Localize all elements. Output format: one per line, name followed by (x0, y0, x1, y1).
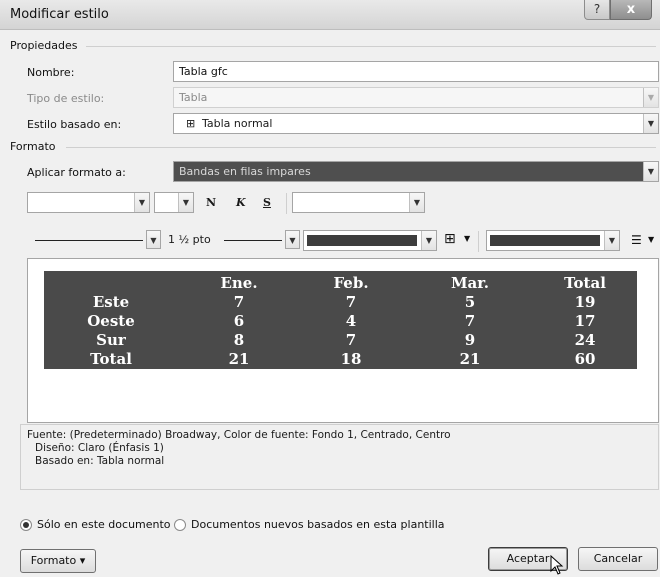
line-style-sample (35, 240, 143, 241)
close-button[interactable]: x (610, 0, 652, 20)
font-name-select[interactable]: ▼ (27, 192, 150, 213)
preview-row-label: Este (92, 293, 130, 311)
border-color-select[interactable]: ▼ (303, 230, 437, 251)
chevron-down-icon: ▼ (604, 231, 619, 250)
mouse-cursor-icon (550, 555, 564, 575)
this-document-label[interactable]: Sólo en este documento (37, 518, 171, 531)
based-on-select[interactable]: ⊞ Tabla normal ▼ (173, 113, 659, 134)
alignment-icon[interactable]: ☰ (631, 233, 642, 247)
toolbar-separator (478, 231, 479, 252)
bold-button[interactable]: N (206, 196, 216, 209)
preview-cell: 19 (574, 293, 596, 311)
cancel-button[interactable]: Cancelar (578, 547, 658, 571)
line-width-value: 1 ½ pto (168, 233, 211, 246)
chevron-down-icon: ▼ (146, 230, 161, 249)
description-line: Fuente: (Predeterminado) Broadway, Color… (27, 429, 451, 441)
table-icon: ⊞ (186, 117, 196, 130)
style-description: Fuente: (Predeterminado) Broadway, Color… (20, 424, 659, 490)
title-bar: Modificar estilo ? x (0, 0, 660, 30)
new-documents-label[interactable]: Documentos nuevos basados en esta planti… (191, 518, 445, 531)
preview-row-label: Oeste (87, 312, 135, 330)
section-divider (86, 46, 656, 47)
chevron-down-icon: ▼ (285, 230, 300, 249)
preview-cell: 24 (574, 331, 596, 349)
preview-cell: 6 (233, 312, 245, 330)
preview-cell: 17 (574, 312, 596, 330)
preview-cell: 7 (345, 331, 357, 349)
preview-header-cell: Total (564, 274, 606, 292)
preview-cell: 8 (233, 331, 245, 349)
chevron-down-icon[interactable]: ▼ (648, 235, 654, 244)
toolbar-separator (286, 193, 287, 214)
description-line: Basado en: Tabla normal (35, 455, 165, 467)
preview-header-cell: Mar. (450, 274, 490, 292)
preview-cell: 4 (345, 312, 357, 330)
style-type-label: Tipo de estilo: (27, 92, 105, 105)
properties-heading: Propiedades (10, 39, 78, 52)
font-color-select[interactable]: ▼ (292, 192, 425, 213)
name-field[interactable]: Tabla gfc (173, 61, 659, 82)
chevron-down-icon[interactable]: ▼ (464, 234, 470, 243)
preview-cell: 21 (228, 350, 250, 368)
line-style-select[interactable]: ▼ (27, 230, 161, 251)
based-on-value: Tabla normal (202, 117, 273, 130)
chevron-down-icon: ▼ (409, 193, 424, 212)
preview-cell: 9 (464, 331, 476, 349)
border-color-swatch (307, 235, 417, 246)
description-line: Diseño: Claro (Énfasis 1) (35, 442, 164, 454)
italic-button[interactable]: K (236, 196, 246, 209)
chevron-down-icon: ▼ (421, 231, 436, 250)
underline-button[interactable]: S (263, 196, 271, 209)
preview-cell: 21 (459, 350, 481, 368)
new-documents-radio[interactable] (174, 519, 186, 531)
chevron-down-icon: ▼ (643, 114, 658, 133)
preview-cell: 5 (464, 293, 476, 311)
preview-row-label: Total (90, 350, 132, 368)
preview-header-cell: Ene. (220, 274, 258, 292)
preview-cell: 7 (345, 293, 357, 311)
preview-cell: 7 (233, 293, 245, 311)
preview-cell: 18 (340, 350, 362, 368)
chevron-down-icon: ▼ (643, 162, 658, 181)
font-size-select[interactable]: ▼ (154, 192, 194, 213)
preview-cell: 60 (574, 350, 596, 368)
format-heading: Formato (10, 140, 56, 153)
style-type-select[interactable]: Tabla ▼ (173, 87, 659, 108)
style-type-value: Tabla (179, 91, 208, 104)
shading-color-select[interactable]: ▼ (486, 230, 620, 251)
style-preview: Ene. Feb. Mar. Total Este 7 7 5 19 Oeste… (27, 258, 659, 423)
line-width-sample (224, 240, 282, 241)
apply-format-label: Aplicar formato a: (27, 166, 126, 179)
chevron-down-icon: ▼ (178, 193, 193, 212)
preview-row-label: Sur (96, 331, 126, 349)
this-document-radio[interactable] (20, 519, 32, 531)
based-on-label: Estilo basado en: (27, 118, 122, 131)
shading-color-swatch (490, 235, 600, 246)
borders-icon[interactable]: ⊞ (444, 231, 456, 247)
window-title: Modificar estilo (10, 7, 109, 22)
preview-header-cell: Feb. (333, 274, 369, 292)
format-menu-button[interactable]: Formato ▾ (20, 549, 96, 573)
name-label: Nombre: (27, 66, 75, 79)
line-width-select[interactable]: 1 ½ pto ▼ (166, 230, 300, 251)
apply-format-select[interactable]: Bandas en filas impares ▼ (173, 161, 659, 182)
apply-format-value: Bandas en filas impares (179, 165, 311, 178)
chevron-down-icon: ▼ (134, 193, 149, 212)
help-button[interactable]: ? (584, 0, 610, 20)
section-divider (66, 147, 656, 148)
chevron-down-icon: ▼ (643, 88, 658, 107)
preview-cell: 7 (464, 312, 476, 330)
preview-table: Ene. Feb. Mar. Total Este 7 7 5 19 Oeste… (44, 271, 637, 369)
